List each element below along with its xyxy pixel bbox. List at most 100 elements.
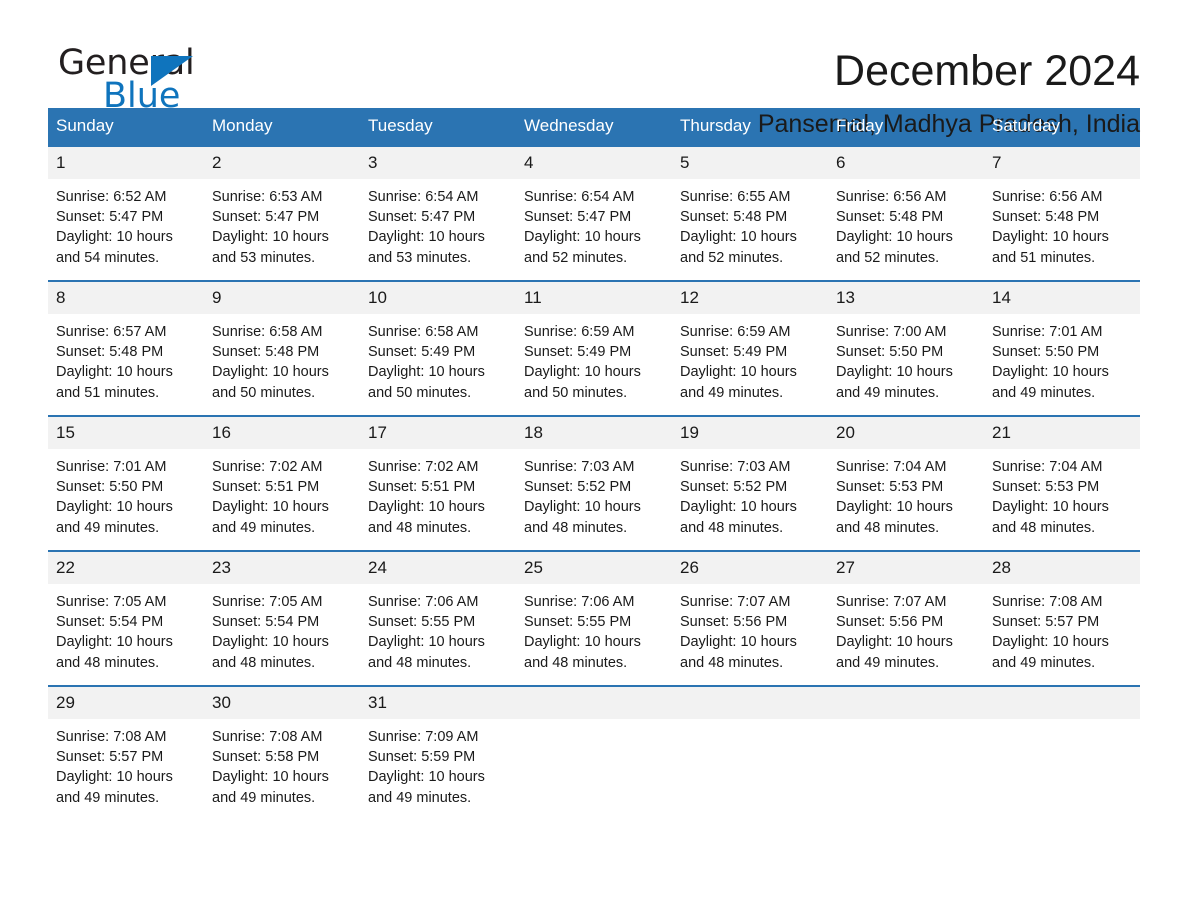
day-number: 28	[984, 552, 1140, 584]
day-cell[interactable]: 29 Sunrise: 7:08 AM Sunset: 5:57 PM Dayl…	[48, 685, 204, 821]
day-details: Sunrise: 7:08 AM Sunset: 5:58 PM Dayligh…	[204, 719, 360, 808]
daylight-text: Daylight: 10 hours and 49 minutes.	[836, 634, 953, 671]
daylight-text: Daylight: 10 hours and 50 minutes.	[368, 364, 485, 401]
sunset-text: Sunset: 5:48 PM	[992, 209, 1100, 226]
day-cell[interactable]: 13 Sunrise: 7:00 AM Sunset: 5:50 PM Dayl…	[828, 280, 984, 416]
daylight-text: Daylight: 10 hours and 48 minutes.	[56, 634, 173, 671]
daylight-text: Daylight: 10 hours and 52 minutes.	[836, 229, 953, 266]
sunset-text: Sunset: 5:54 PM	[212, 614, 320, 631]
daylight-text: Daylight: 10 hours and 49 minutes.	[56, 499, 173, 536]
day-number: 13	[828, 282, 984, 314]
daylight-text: Daylight: 10 hours and 54 minutes.	[56, 229, 173, 266]
day-cell[interactable]: 22 Sunrise: 7:05 AM Sunset: 5:54 PM Dayl…	[48, 550, 204, 686]
sunrise-text: Sunrise: 7:00 AM	[836, 324, 947, 340]
sunrise-text: Sunrise: 7:05 AM	[212, 594, 323, 610]
sunset-text: Sunset: 5:50 PM	[56, 479, 164, 496]
day-cell[interactable]: 10 Sunrise: 6:58 AM Sunset: 5:49 PM Dayl…	[360, 280, 516, 416]
sunrise-text: Sunrise: 7:08 AM	[56, 729, 167, 745]
sunset-text: Sunset: 5:48 PM	[680, 209, 788, 226]
daylight-text: Daylight: 10 hours and 48 minutes.	[836, 499, 953, 536]
day-number: 17	[360, 417, 516, 449]
sunrise-text: Sunrise: 7:08 AM	[992, 594, 1103, 610]
day-cell[interactable]: 27 Sunrise: 7:07 AM Sunset: 5:56 PM Dayl…	[828, 550, 984, 686]
day-cell[interactable]: 3 Sunrise: 6:54 AM Sunset: 5:47 PM Dayli…	[360, 145, 516, 281]
day-cell[interactable]: 12 Sunrise: 6:59 AM Sunset: 5:49 PM Dayl…	[672, 280, 828, 416]
day-cell[interactable]: 14 Sunrise: 7:01 AM Sunset: 5:50 PM Dayl…	[984, 280, 1140, 416]
day-details: Sunrise: 7:08 AM Sunset: 5:57 PM Dayligh…	[48, 719, 204, 808]
day-number: 1	[48, 147, 204, 179]
sunrise-text: Sunrise: 7:05 AM	[56, 594, 167, 610]
day-cell[interactable]: 9 Sunrise: 6:58 AM Sunset: 5:48 PM Dayli…	[204, 280, 360, 416]
sunrise-text: Sunrise: 7:06 AM	[524, 594, 635, 610]
day-cell[interactable]: 28 Sunrise: 7:08 AM Sunset: 5:57 PM Dayl…	[984, 550, 1140, 686]
sunrise-text: Sunrise: 6:59 AM	[524, 324, 635, 340]
generalblue-logo[interactable]: General Blue	[48, 44, 248, 124]
day-cell[interactable]: 1 Sunrise: 6:52 AM Sunset: 5:47 PM Dayli…	[48, 145, 204, 281]
daylight-text: Daylight: 10 hours and 52 minutes.	[524, 229, 641, 266]
daylight-text: Daylight: 10 hours and 51 minutes.	[992, 229, 1109, 266]
day-details: Sunrise: 7:02 AM Sunset: 5:51 PM Dayligh…	[360, 449, 516, 538]
day-cell[interactable]: 7 Sunrise: 6:56 AM Sunset: 5:48 PM Dayli…	[984, 145, 1140, 281]
day-cell[interactable]: 25 Sunrise: 7:06 AM Sunset: 5:55 PM Dayl…	[516, 550, 672, 686]
title-block: December 2024 Pansemal, Madhya Pradesh, …	[758, 44, 1140, 140]
day-number: 24	[360, 552, 516, 584]
weekday-header-tuesday: Tuesday	[360, 108, 516, 146]
sunrise-text: Sunrise: 6:54 AM	[368, 189, 479, 205]
sunrise-text: Sunrise: 7:03 AM	[680, 459, 791, 475]
day-cell[interactable]: 15 Sunrise: 7:01 AM Sunset: 5:50 PM Dayl…	[48, 415, 204, 551]
sunset-text: Sunset: 5:52 PM	[524, 479, 632, 496]
calendar-body: 1 Sunrise: 6:52 AM Sunset: 5:47 PM Dayli…	[48, 145, 1140, 821]
day-number: 4	[516, 147, 672, 179]
sunset-text: Sunset: 5:50 PM	[836, 344, 944, 361]
day-cell[interactable]: 30 Sunrise: 7:08 AM Sunset: 5:58 PM Dayl…	[204, 685, 360, 821]
daylight-text: Daylight: 10 hours and 53 minutes.	[368, 229, 485, 266]
day-cell[interactable]: 18 Sunrise: 7:03 AM Sunset: 5:52 PM Dayl…	[516, 415, 672, 551]
day-cell[interactable]: 11 Sunrise: 6:59 AM Sunset: 5:49 PM Dayl…	[516, 280, 672, 416]
sunset-text: Sunset: 5:58 PM	[212, 749, 320, 766]
day-details: Sunrise: 6:59 AM Sunset: 5:49 PM Dayligh…	[672, 314, 828, 403]
day-cell[interactable]: 20 Sunrise: 7:04 AM Sunset: 5:53 PM Dayl…	[828, 415, 984, 551]
day-cell-empty	[672, 685, 828, 821]
day-details: Sunrise: 7:05 AM Sunset: 5:54 PM Dayligh…	[204, 584, 360, 673]
sunset-text: Sunset: 5:48 PM	[56, 344, 164, 361]
day-cell[interactable]: 24 Sunrise: 7:06 AM Sunset: 5:55 PM Dayl…	[360, 550, 516, 686]
daylight-text: Daylight: 10 hours and 48 minutes.	[212, 634, 329, 671]
day-number: 18	[516, 417, 672, 449]
day-cell[interactable]: 2 Sunrise: 6:53 AM Sunset: 5:47 PM Dayli…	[204, 145, 360, 281]
sunset-text: Sunset: 5:49 PM	[368, 344, 476, 361]
day-cell[interactable]: 31 Sunrise: 7:09 AM Sunset: 5:59 PM Dayl…	[360, 685, 516, 821]
day-cell[interactable]: 21 Sunrise: 7:04 AM Sunset: 5:53 PM Dayl…	[984, 415, 1140, 551]
day-number: 16	[204, 417, 360, 449]
sunrise-text: Sunrise: 6:58 AM	[212, 324, 323, 340]
day-cell[interactable]: 19 Sunrise: 7:03 AM Sunset: 5:52 PM Dayl…	[672, 415, 828, 551]
day-cell[interactable]: 6 Sunrise: 6:56 AM Sunset: 5:48 PM Dayli…	[828, 145, 984, 281]
day-number: 10	[360, 282, 516, 314]
calendar-week-row: 1 Sunrise: 6:52 AM Sunset: 5:47 PM Dayli…	[48, 145, 1140, 281]
day-cell[interactable]: 23 Sunrise: 7:05 AM Sunset: 5:54 PM Dayl…	[204, 550, 360, 686]
sunset-text: Sunset: 5:51 PM	[368, 479, 476, 496]
day-details: Sunrise: 6:58 AM Sunset: 5:48 PM Dayligh…	[204, 314, 360, 403]
sunrise-text: Sunrise: 7:02 AM	[368, 459, 479, 475]
day-cell[interactable]: 17 Sunrise: 7:02 AM Sunset: 5:51 PM Dayl…	[360, 415, 516, 551]
day-details: Sunrise: 6:53 AM Sunset: 5:47 PM Dayligh…	[204, 179, 360, 268]
day-details: Sunrise: 7:04 AM Sunset: 5:53 PM Dayligh…	[984, 449, 1140, 538]
day-details: Sunrise: 7:03 AM Sunset: 5:52 PM Dayligh…	[672, 449, 828, 538]
day-cell[interactable]: 16 Sunrise: 7:02 AM Sunset: 5:51 PM Dayl…	[204, 415, 360, 551]
day-number: 19	[672, 417, 828, 449]
day-cell[interactable]: 4 Sunrise: 6:54 AM Sunset: 5:47 PM Dayli…	[516, 145, 672, 281]
calendar-page: General Blue December 2024 Pansemal, Mad…	[0, 0, 1188, 918]
day-details: Sunrise: 6:59 AM Sunset: 5:49 PM Dayligh…	[516, 314, 672, 403]
day-number: 7	[984, 147, 1140, 179]
sunrise-text: Sunrise: 7:04 AM	[836, 459, 947, 475]
day-cell[interactable]: 26 Sunrise: 7:07 AM Sunset: 5:56 PM Dayl…	[672, 550, 828, 686]
sunrise-text: Sunrise: 6:53 AM	[212, 189, 323, 205]
sunset-text: Sunset: 5:54 PM	[56, 614, 164, 631]
day-details: Sunrise: 6:54 AM Sunset: 5:47 PM Dayligh…	[360, 179, 516, 268]
sunset-text: Sunset: 5:56 PM	[836, 614, 944, 631]
day-number: 2	[204, 147, 360, 179]
sunrise-text: Sunrise: 6:59 AM	[680, 324, 791, 340]
sunrise-text: Sunrise: 6:54 AM	[524, 189, 635, 205]
sunset-text: Sunset: 5:57 PM	[56, 749, 164, 766]
day-cell[interactable]: 8 Sunrise: 6:57 AM Sunset: 5:48 PM Dayli…	[48, 280, 204, 416]
day-cell[interactable]: 5 Sunrise: 6:55 AM Sunset: 5:48 PM Dayli…	[672, 145, 828, 281]
